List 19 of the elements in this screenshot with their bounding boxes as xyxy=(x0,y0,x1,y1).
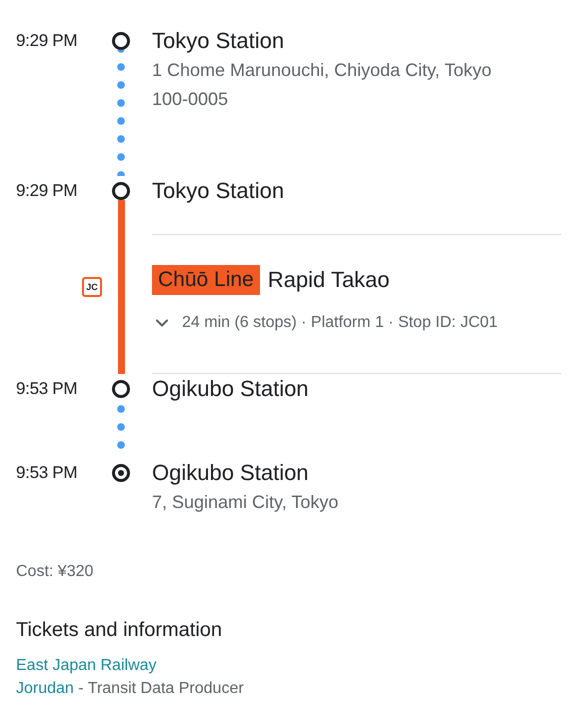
station-address: 1 Chome Marunouchi, Chiyoda City, Tokyo 100-0005 xyxy=(152,59,492,111)
trip-cost: Cost: ¥320 xyxy=(16,563,94,581)
provider-link[interactable]: Jorudan xyxy=(16,680,74,697)
station-name: Tokyo Station xyxy=(152,27,286,55)
stop-time: 9:53 PM xyxy=(16,378,78,400)
section-heading: Tickets and information xyxy=(16,619,224,642)
provider-role: - Transit Data Producer xyxy=(78,680,244,697)
stop-time: 9:29 PM xyxy=(16,180,78,202)
line-code-badge: JC xyxy=(82,277,102,297)
station-name: Ogikubo Station xyxy=(152,375,310,403)
route-headsign: Rapid Takao xyxy=(268,266,390,294)
station-name: Ogikubo Station xyxy=(152,459,310,487)
station-name: Tokyo Station xyxy=(152,177,286,205)
stop-time: 9:29 PM xyxy=(16,30,78,52)
station-address: 7, Suginami City, Tokyo xyxy=(152,491,340,514)
line-name-tag: Chūō Line xyxy=(152,265,260,295)
trip-details-toggle[interactable]: 24 min (6 stops) · Platform 1 · Stop ID: JC01 xyxy=(152,313,498,333)
stop-time: 9:53 PM xyxy=(16,462,78,484)
provider-link[interactable]: East Japan Railway xyxy=(16,657,157,674)
